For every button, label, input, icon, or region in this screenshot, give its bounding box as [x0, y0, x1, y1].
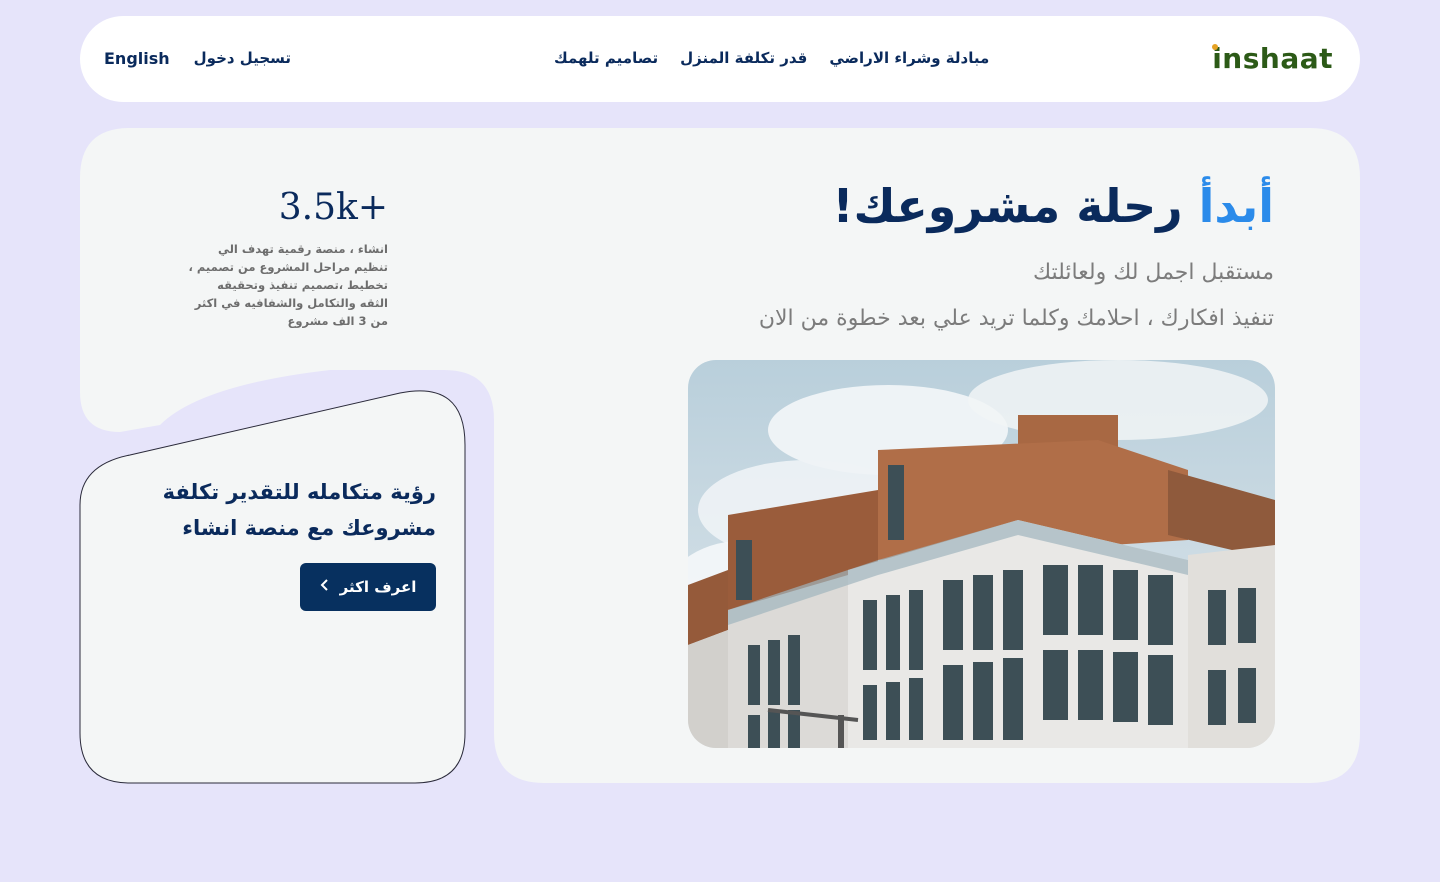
stat-description: انشاء ، منصة رقمية تهدف الي تنظيم مراحل …: [188, 242, 388, 328]
hero-title: أبدأ رحلة مشروعك!: [833, 176, 1274, 236]
nav-link-land-exchange[interactable]: مبادلة وشراء الاراضي: [829, 44, 989, 72]
hero-building-image: [688, 360, 1275, 748]
nav-right: English تسجيل دخول: [104, 44, 291, 72]
hero-title-accent: أبدأ: [1198, 179, 1274, 233]
nav-links: تصاميم تلهمك قدر تكلفة المنزل مبادلة وشر…: [554, 44, 989, 72]
card-title: رؤية متكامله للتقدير تكلفة مشروعك مع منص…: [162, 480, 436, 540]
nav-link-designs[interactable]: تصاميم تلهمك: [554, 44, 658, 72]
logo[interactable]: inshaat: [1212, 42, 1333, 76]
login-link[interactable]: تسجيل دخول: [194, 49, 291, 67]
hero-subtitle-2: تنفيذ افكارك ، احلامك وكلما تريد علي بعد…: [758, 306, 1274, 331]
hero-subtitle-1: مستقبل اجمل لك ولعائلتك: [1032, 260, 1274, 285]
hero-title-main: رحلة مشروعك!: [832, 179, 1183, 233]
stat-number: 3.5k+: [278, 187, 388, 228]
language-toggle[interactable]: English: [104, 49, 170, 68]
nav-link-cost-estimate[interactable]: قدر تكلفة المنزل: [680, 44, 807, 72]
learn-more-label: اعرف اكثر: [339, 578, 417, 596]
chevron-left-icon: [320, 579, 330, 595]
logo-text: inshaat: [1212, 42, 1333, 75]
learn-more-button[interactable]: اعرف اكثر: [300, 563, 436, 611]
navbar: inshaat تصاميم تلهمك قدر تكلفة المنزل مب…: [80, 16, 1360, 102]
